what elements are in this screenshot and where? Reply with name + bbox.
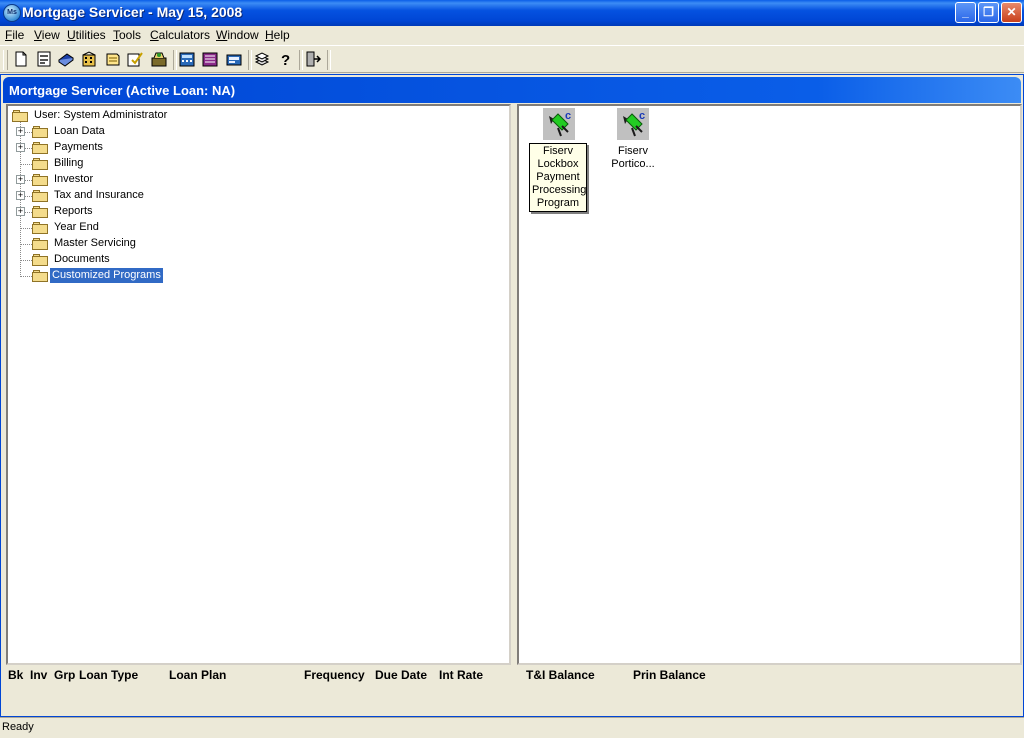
notes-icon[interactable] <box>105 51 121 67</box>
menu-help[interactable]: Help <box>265 28 290 42</box>
window-title: Mortgage Servicer - May 15, 2008 <box>22 4 243 20</box>
column-header-grp: Grp <box>54 668 76 682</box>
tree-item-label: Tax and Insurance <box>54 189 144 201</box>
menu-file[interactable]: File <box>5 28 24 42</box>
tree-item-label: Loan Data <box>54 125 105 137</box>
column-header-loan-plan: Loan Plan <box>169 668 227 682</box>
expand-icon[interactable]: + <box>16 207 25 216</box>
column-header-int-rate: Int Rate <box>439 668 484 682</box>
program-label: Fiserv Portico... <box>611 145 655 170</box>
window-title-bar[interactable]: Ms Mortgage Servicer - May 15, 2008 _ ❐ … <box>0 0 1024 26</box>
tree-item-label: Investor <box>54 173 94 185</box>
tree-item-master-servicing[interactable]: Master Servicing <box>16 236 216 252</box>
svg-text:?: ? <box>281 52 290 67</box>
column-header-loan-type: Loan Type <box>79 668 139 682</box>
tree-item-label: Documents <box>54 253 110 265</box>
program-fiserv-portico[interactable]: c Fiserv Portico... <box>599 108 669 178</box>
expand-icon[interactable]: + <box>16 175 25 184</box>
edit-check-icon[interactable] <box>127 51 143 67</box>
toolbar-separator <box>327 50 331 70</box>
program-icon: c <box>543 108 575 140</box>
new-document-icon[interactable] <box>13 51 29 67</box>
program-label: Fiserv Lockbox Payment Processing Progra… <box>529 143 587 212</box>
report-icon[interactable] <box>226 51 242 67</box>
tree-item-documents[interactable]: Documents <box>16 252 216 268</box>
tree-item-label: Billing <box>54 157 84 169</box>
expand-icon[interactable]: + <box>16 127 25 136</box>
app-icon[interactable]: Ms <box>3 4 21 22</box>
status-bar: Ready <box>0 717 1024 738</box>
toolbar: ? <box>0 45 1024 73</box>
tree-item-label: Year End <box>54 221 99 233</box>
menu-view[interactable]: View <box>34 28 60 42</box>
column-header-prin-balance: Prin Balance <box>633 668 706 682</box>
folder-icon <box>32 174 48 186</box>
calculator-icon[interactable] <box>179 51 195 67</box>
tree-item-label: Master Servicing <box>54 237 136 249</box>
toolbar-separator <box>173 50 177 70</box>
tree-item-loan-data[interactable]: + Loan Data <box>16 124 216 140</box>
menu-tools[interactable]: Tools <box>113 28 141 42</box>
book-icon[interactable] <box>58 51 74 67</box>
menu-window[interactable]: Window <box>216 28 259 42</box>
folder-icon <box>32 206 48 218</box>
column-header-due-date: Due Date <box>375 668 428 682</box>
ledger-icon[interactable] <box>202 51 218 67</box>
program-fiserv-lockbox[interactable]: c Fiserv Lockbox Payment Processing Prog… <box>525 108 595 218</box>
program-list-pane[interactable]: c Fiserv Lockbox Payment Processing Prog… <box>517 104 1022 665</box>
column-header-ti-balance: T&I Balance <box>526 668 595 682</box>
archive-icon[interactable] <box>151 51 167 67</box>
expand-icon[interactable]: + <box>16 191 25 200</box>
column-header-inv: Inv <box>30 668 48 682</box>
tree-item-investor[interactable]: + Investor <box>16 172 216 188</box>
svg-text:c: c <box>565 110 571 122</box>
tree-item-label: Customized Programs <box>50 268 163 283</box>
building-icon[interactable] <box>81 51 97 67</box>
form-icon[interactable] <box>36 51 52 67</box>
folder-icon <box>32 190 48 202</box>
toolbar-separator <box>299 50 303 70</box>
folder-icon <box>32 254 48 266</box>
tree-item-payments[interactable]: + Payments <box>16 140 216 156</box>
tree-item-year-end[interactable]: Year End <box>16 220 216 236</box>
help-icon[interactable]: ? <box>277 51 293 67</box>
folder-icon <box>32 238 48 250</box>
child-window-title: Mortgage Servicer (Active Loan: NA) <box>9 83 236 98</box>
minimize-button[interactable]: _ <box>955 2 976 23</box>
child-window-title-bar[interactable]: Mortgage Servicer (Active Loan: NA) <box>3 77 1021 103</box>
child-window: Mortgage Servicer (Active Loan: NA) User… <box>0 74 1024 717</box>
tree-item-tax-and-insurance[interactable]: + Tax and Insurance <box>16 188 216 204</box>
program-icon: c <box>617 108 649 140</box>
tree-item-reports[interactable]: + Reports <box>16 204 216 220</box>
folder-icon <box>32 142 48 154</box>
tree-item-customized-programs[interactable]: Customized Programs <box>16 268 216 284</box>
menu-utilities[interactable]: Utilities <box>67 28 106 42</box>
folder-icon <box>32 126 48 138</box>
column-header-bk: Bk <box>8 668 24 682</box>
navigation-tree-pane[interactable]: User: System Administrator + Loan Data +… <box>6 104 511 665</box>
svg-text:c: c <box>639 110 645 122</box>
toolbar-grip[interactable] <box>3 50 8 70</box>
expand-icon[interactable]: + <box>16 143 25 152</box>
folder-open-icon <box>12 110 28 122</box>
folder-icon <box>32 158 48 170</box>
menu-bar: File View Utilities Tools Calculators Wi… <box>0 26 1024 45</box>
stack-icon[interactable] <box>254 51 270 67</box>
tree-root-label: User: System Administrator <box>34 109 168 121</box>
tree-item-billing[interactable]: Billing <box>16 156 216 172</box>
exit-icon[interactable] <box>305 51 321 67</box>
status-text: Ready <box>2 721 34 733</box>
toolbar-separator <box>248 50 252 70</box>
menu-calculators[interactable]: Calculators <box>150 28 210 42</box>
folder-open-icon <box>32 270 48 282</box>
tree-item-label: Payments <box>54 141 103 153</box>
folder-icon <box>32 222 48 234</box>
tree-item-label: Reports <box>54 205 93 217</box>
close-button[interactable]: ✕ <box>1001 2 1022 23</box>
column-header-frequency: Frequency <box>304 668 365 682</box>
maximize-button[interactable]: ❐ <box>978 2 999 23</box>
